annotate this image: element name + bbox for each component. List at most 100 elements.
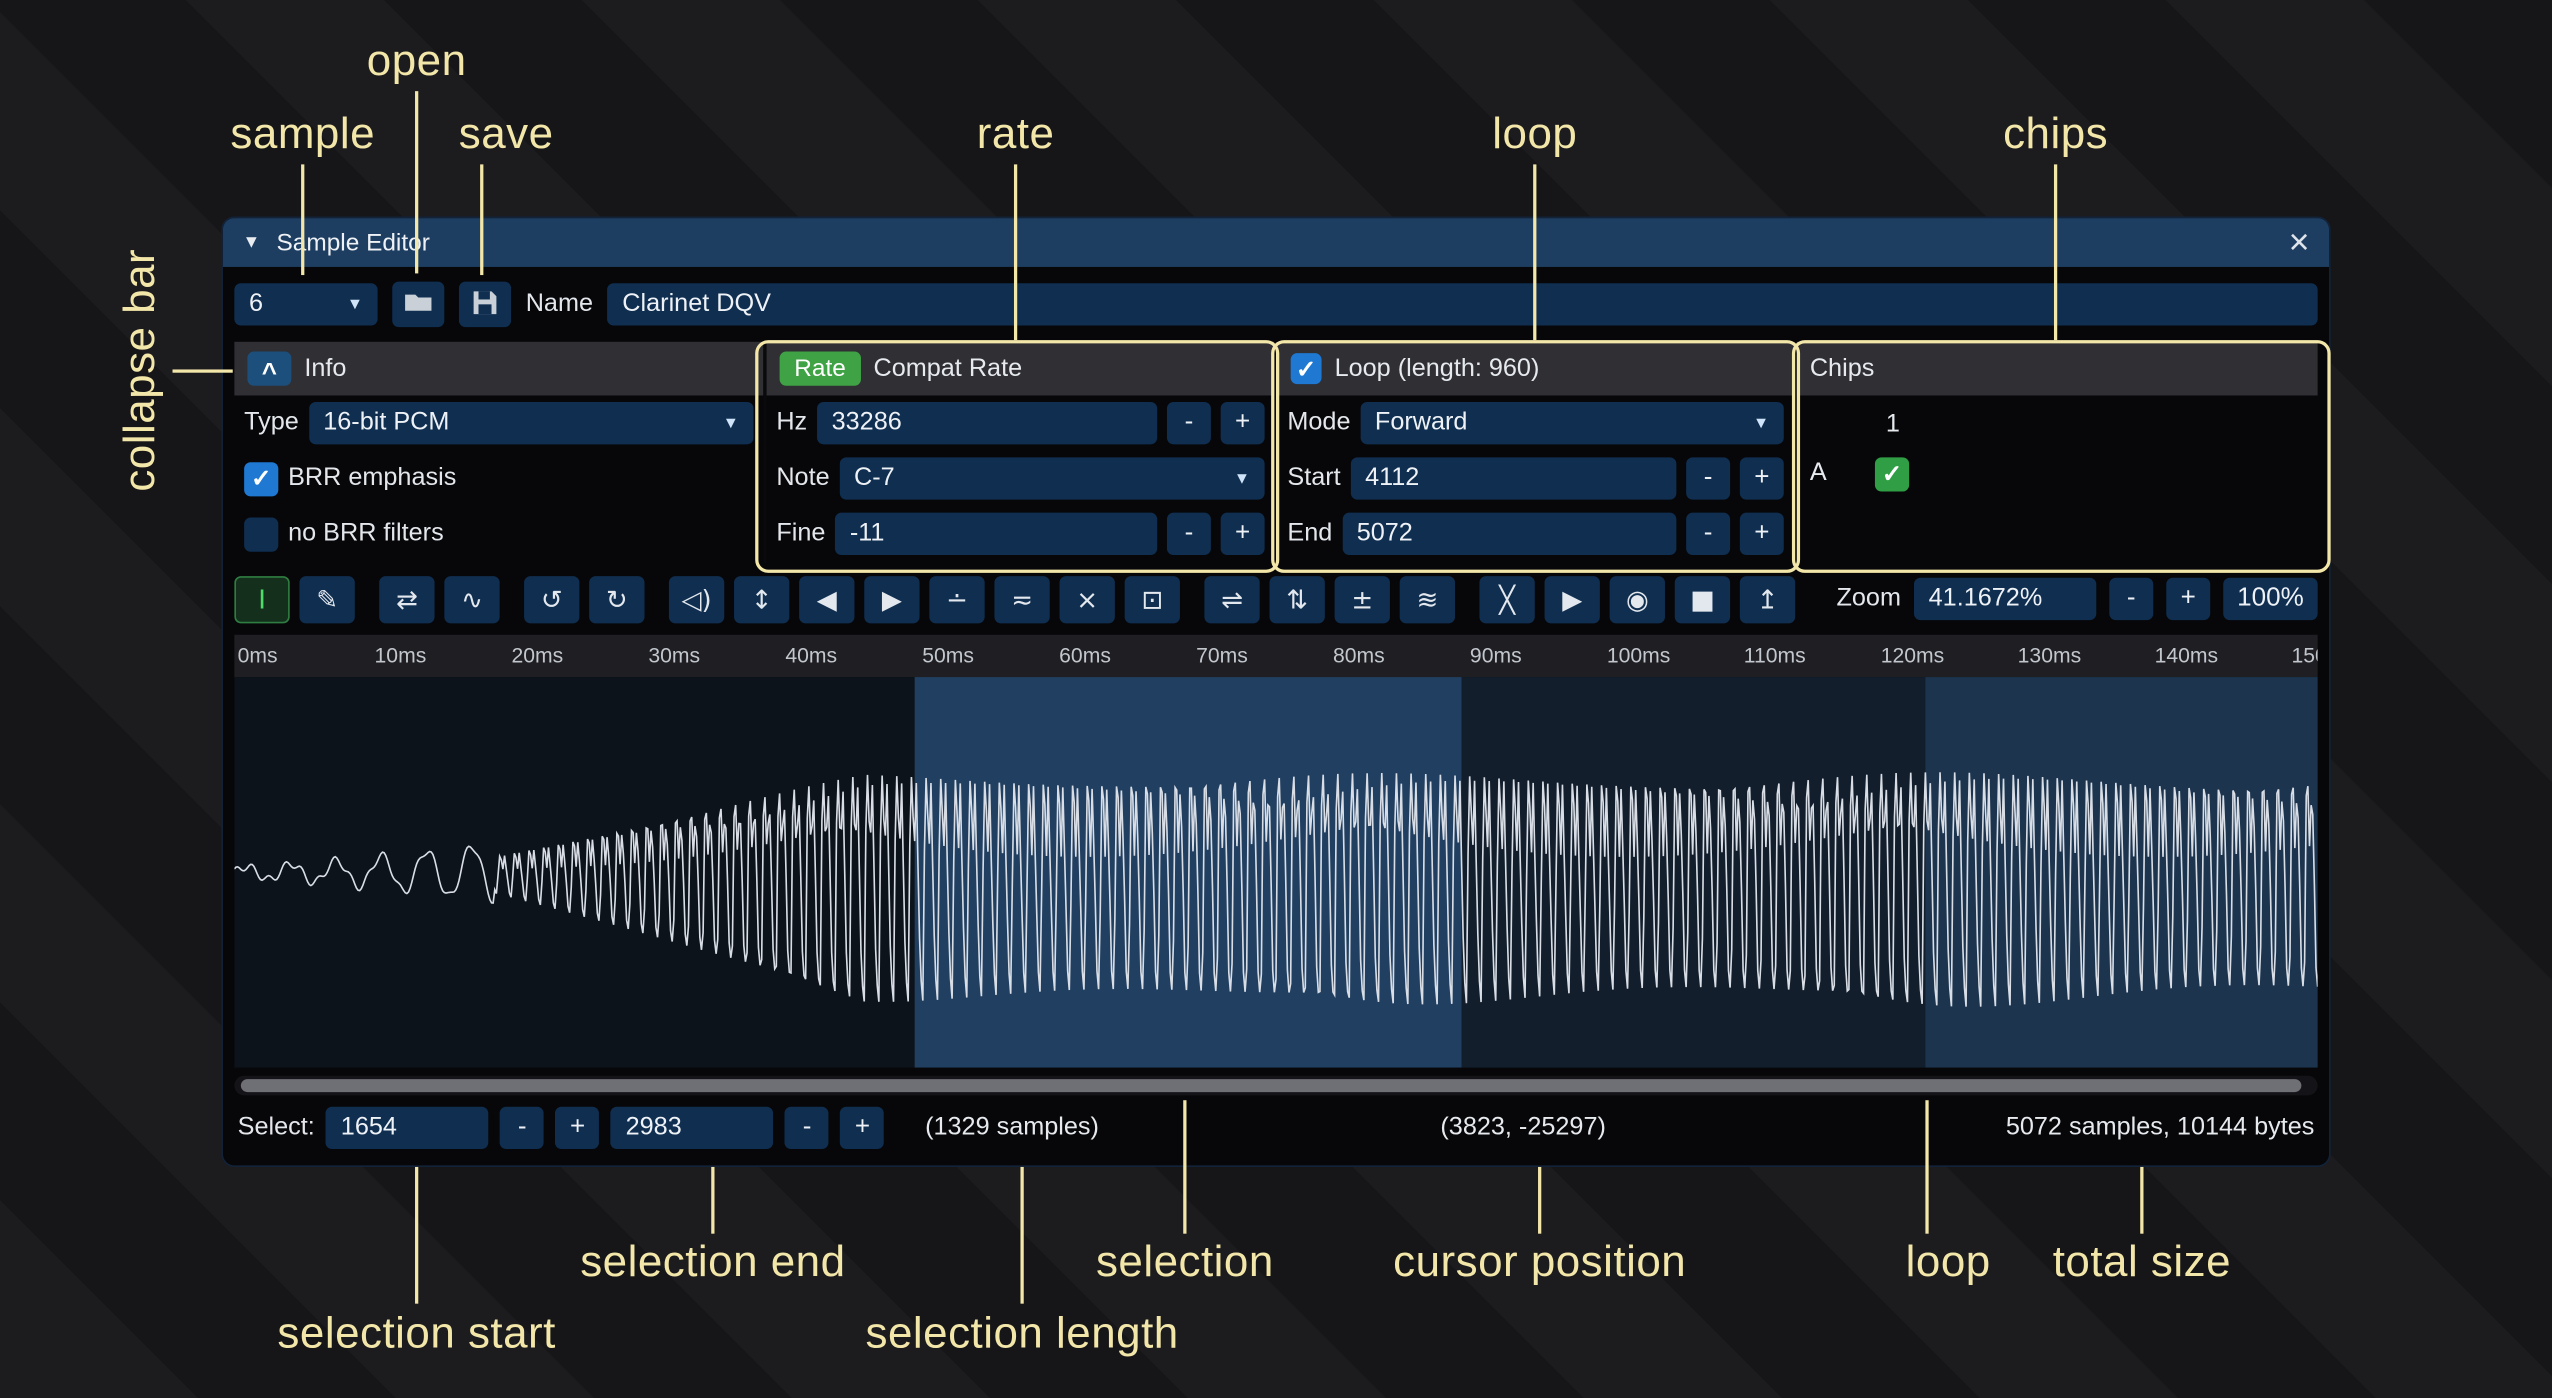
preview-button[interactable]: ▶ (1545, 575, 1600, 622)
insert-silence-button[interactable]: ∸ (929, 575, 984, 622)
invert-button[interactable]: ⇅ (1269, 575, 1324, 622)
selection-end-decrease-button[interactable]: - (785, 1107, 829, 1149)
selection-end-input[interactable]: 2983 (611, 1107, 774, 1149)
fade-out-button[interactable]: ▶ (864, 575, 919, 622)
sign-button[interactable]: ± (1335, 575, 1390, 622)
waveform-view[interactable] (234, 677, 2317, 1068)
preview-dry-button[interactable]: ◉ (1610, 575, 1665, 622)
waveform-plot (234, 677, 2317, 1068)
annotation-line-cursor-position (1538, 1167, 1541, 1234)
stop-preview-button[interactable]: ■ (1675, 575, 1730, 622)
loop-end-input[interactable]: 5072 (1342, 513, 1676, 555)
fine-label: Fine (776, 519, 825, 548)
selection-start-increase-button[interactable]: + (556, 1107, 600, 1149)
loop-start-label: Start (1287, 464, 1340, 493)
loop-header: Loop (length: 960) (1335, 354, 1540, 383)
import-button[interactable]: ↥ (1740, 575, 1795, 622)
annotation-rate: rate (977, 109, 1055, 159)
annotation-line-selection-length (1020, 1167, 1023, 1304)
amplify-button[interactable]: ◁) (669, 575, 724, 622)
floppy-disk-icon (472, 289, 498, 320)
name-input[interactable]: Clarinet DQV (608, 283, 2318, 325)
annotation-cursor-position: cursor position (1393, 1237, 1686, 1287)
chip-enable-checkbox[interactable] (1875, 457, 1909, 491)
redo-button[interactable]: ↻ (589, 575, 644, 622)
selection-start-decrease-button[interactable]: - (500, 1107, 544, 1149)
loop-mode-dropdown[interactable]: Forward ▼ (1360, 402, 1784, 444)
timeline-label: 110ms (1744, 643, 1806, 667)
fine-value: -11 (850, 519, 885, 548)
zoom-input[interactable]: 41.1672% (1914, 578, 2096, 620)
timeline-label: 10ms (375, 643, 427, 667)
properties-panels: ^ Info Type 16-bit PCM ▼ BRR emphasis (223, 342, 2329, 563)
annotation-line-save (480, 164, 483, 275)
chips-header: Chips (1810, 354, 1875, 383)
annotation-line-selection (1183, 1100, 1186, 1233)
fine-input[interactable]: -11 (835, 513, 1157, 555)
zoom-in-button[interactable]: + (2166, 578, 2210, 620)
zoom-label: Zoom (1836, 584, 1900, 613)
resample-button[interactable]: ∿ (444, 575, 499, 622)
status-bar: Select: 1654 - + 2983 - + (1329 samples)… (223, 1095, 2329, 1160)
close-icon[interactable]: × (2289, 225, 2310, 261)
normalize-button[interactable]: ↕ (734, 575, 789, 622)
cursor-position-text: (3823, -25297) (1440, 1113, 1606, 1142)
loop-start-increase-button[interactable]: + (1740, 457, 1784, 499)
annotation-line-selection-start (415, 1167, 418, 1304)
toolbar-buttons: I✎⇄∿↺↻◁)↕◀▶∸≂×⊡⇌⇅±≋╳▶◉■↥ (234, 575, 1795, 622)
waveform-scrollbar-thumb[interactable] (241, 1079, 2301, 1092)
save-button[interactable] (459, 282, 511, 328)
title-bar[interactable]: ▼ Sample Editor × (223, 218, 2329, 267)
rate-panel: Rate Compat Rate Hz 33286 - + Note C-7 ▼ (763, 342, 1274, 563)
fine-increase-button[interactable]: + (1221, 513, 1265, 555)
loop-end-increase-button[interactable]: + (1740, 513, 1784, 555)
name-label: Name (526, 290, 593, 319)
loop-enabled-checkbox[interactable] (1291, 353, 1322, 384)
annotation-line-open (415, 91, 418, 273)
name-value: Clarinet DQV (622, 290, 771, 319)
loop-mode-label: Mode (1287, 409, 1350, 438)
collapse-bar-button[interactable]: ^ (247, 352, 291, 386)
zoom-reset-button[interactable]: 100% (2223, 578, 2317, 620)
hz-decrease-button[interactable]: - (1167, 402, 1211, 444)
draw-button[interactable]: ✎ (299, 575, 354, 622)
info-panel: ^ Info Type 16-bit PCM ▼ BRR emphasis (234, 342, 763, 563)
selection-end-increase-button[interactable]: + (840, 1107, 884, 1149)
annotation-selection-start: selection start (277, 1309, 555, 1359)
loop-panel: Loop (length: 960) Mode Forward ▼ Start … (1274, 342, 1793, 563)
note-dropdown[interactable]: C-7 ▼ (839, 457, 1264, 499)
chevron-down-icon: ▼ (347, 295, 363, 313)
open-button[interactable] (392, 282, 444, 328)
reverse-button[interactable]: ⇌ (1204, 575, 1259, 622)
resize-button[interactable]: ⇄ (379, 575, 434, 622)
crossfade-loop-button[interactable]: ╳ (1479, 575, 1534, 622)
fade-in-button[interactable]: ◀ (799, 575, 854, 622)
timeline-label: 60ms (1059, 643, 1111, 667)
brr-emphasis-checkbox[interactable] (244, 461, 278, 495)
selection-start-input[interactable]: 1654 (326, 1107, 489, 1149)
annotation-selection-length: selection length (866, 1309, 1179, 1359)
filter-button[interactable]: ≋ (1400, 575, 1455, 622)
apply-silence-button[interactable]: ≂ (994, 575, 1049, 622)
annotation-selection: selection (1096, 1237, 1274, 1287)
fine-decrease-button[interactable]: - (1167, 513, 1211, 555)
sample-selector[interactable]: 6 ▼ (234, 283, 377, 325)
no-brr-filters-checkbox[interactable] (244, 517, 278, 551)
selection-length-text: (1329 samples) (925, 1113, 1099, 1142)
zoom-out-button[interactable]: - (2109, 578, 2153, 620)
undo-button[interactable]: ↺ (524, 575, 579, 622)
delete-button[interactable]: × (1060, 575, 1115, 622)
timeline-label: 20ms (511, 643, 563, 667)
loop-end-decrease-button[interactable]: - (1686, 513, 1730, 555)
hz-input[interactable]: 33286 (817, 402, 1157, 444)
loop-start-decrease-button[interactable]: - (1686, 457, 1730, 499)
timeline-ruler[interactable]: 0ms10ms20ms30ms40ms50ms60ms70ms80ms90ms1… (234, 635, 2317, 677)
edit-mode-button[interactable]: I (234, 575, 289, 622)
waveform-scrollbar-track[interactable] (234, 1076, 2317, 1096)
annotation-loop: loop (1492, 109, 1577, 159)
trim-button[interactable]: ⊡ (1125, 575, 1180, 622)
type-dropdown[interactable]: 16-bit PCM ▼ (309, 402, 754, 444)
loop-start-input[interactable]: 4112 (1350, 457, 1676, 499)
window-collapse-icon[interactable]: ▼ (243, 233, 261, 253)
hz-increase-button[interactable]: + (1221, 402, 1265, 444)
